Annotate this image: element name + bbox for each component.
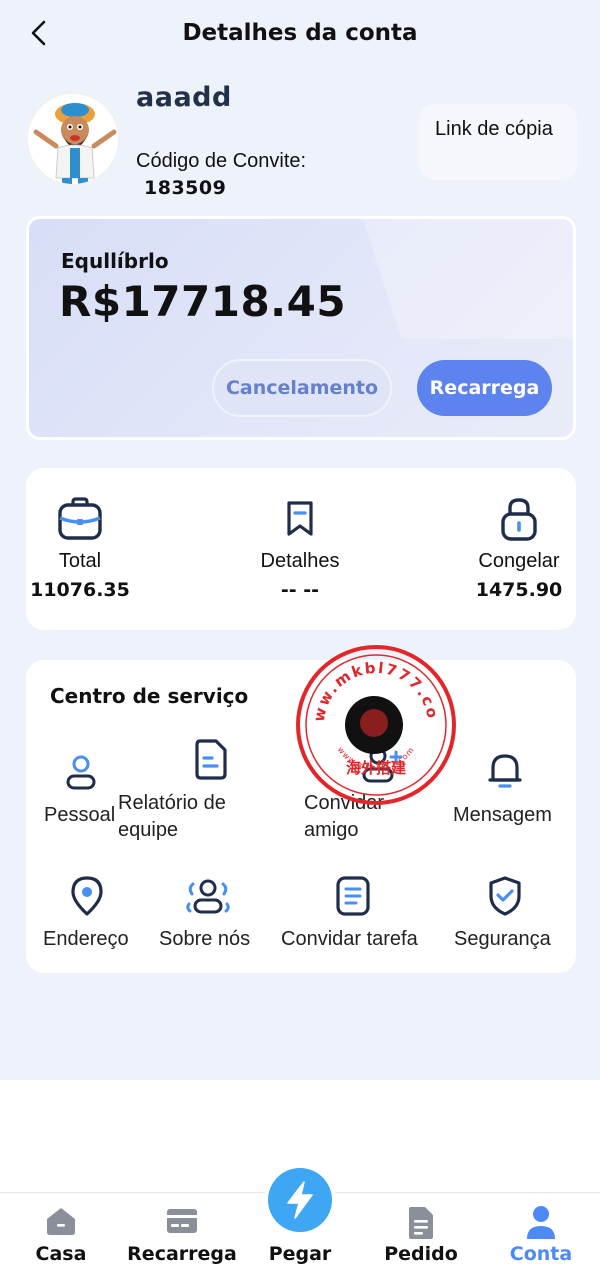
stat-label: Congelar	[478, 550, 560, 572]
group-icon	[186, 879, 230, 914]
username: aaadd	[136, 82, 232, 113]
service-item-invite-task[interactable]: Convidar tarefa	[278, 872, 438, 952]
service-item-security[interactable]: Segurança	[450, 872, 570, 952]
service-item-team-report[interactable]: Relatório de equipe	[118, 738, 258, 848]
lock-icon	[439, 494, 599, 544]
balance-label: Equllíbrlo	[61, 249, 169, 273]
service-item-messages[interactable]: Mensagem	[450, 750, 570, 830]
stats-card: Total 11076.35 Detalhes -- -- Congelar 1…	[26, 468, 576, 630]
fab-circle	[268, 1168, 332, 1232]
location-icon	[71, 876, 103, 916]
lightning-icon	[287, 1181, 313, 1219]
shield-check-icon	[489, 876, 521, 916]
nav-item-home[interactable]: Casa	[20, 1193, 102, 1274]
bookmark-icon	[220, 494, 380, 544]
nav-label: Pegar	[268, 1243, 332, 1265]
service-item-label-line2: amigo	[304, 819, 359, 841]
balance-card: Equllíbrlo R$17718.45 Cancelamento Recar…	[26, 216, 576, 440]
service-item-label: Sobre nós	[159, 928, 251, 950]
order-icon	[409, 1207, 433, 1239]
home-icon	[47, 1208, 75, 1235]
chevron-left-icon	[31, 20, 46, 46]
document-icon	[336, 876, 370, 916]
avatar-image	[28, 94, 118, 184]
service-item-label: Convidar tarefa	[281, 928, 418, 950]
user-icon	[527, 1206, 555, 1239]
balance-value: R$17718.45	[59, 277, 347, 326]
briefcase-icon	[0, 494, 160, 544]
service-item-label: Mensagem	[453, 804, 552, 826]
grab-order-button[interactable]	[264, 1164, 336, 1236]
watermark-stamp: www.mkbl777.com 海外搭建 www.mkbl777.com	[285, 629, 458, 807]
nav-item-orders[interactable]: Pedido	[380, 1193, 462, 1274]
service-center-title: Centro de serviço	[50, 684, 249, 708]
service-item-address[interactable]: Endereço	[40, 872, 140, 952]
service-item-about-us[interactable]: Sobre nós	[156, 872, 266, 952]
service-item-label: Segurança	[454, 928, 551, 950]
copy-link-button[interactable]: Link de cópia	[419, 104, 577, 180]
bell-icon	[488, 754, 522, 788]
cancel-button[interactable]: Cancelamento	[212, 359, 392, 417]
person-icon	[66, 755, 96, 790]
page-title: Detalhes da conta	[182, 20, 418, 46]
stat-value: -- --	[280, 579, 320, 601]
service-item-label: Endereço	[43, 928, 129, 950]
nav-item-account[interactable]: Conta	[500, 1193, 582, 1274]
stat-value: 11076.35	[30, 579, 130, 601]
invite-code-label: Código de Convite:	[136, 150, 307, 172]
report-icon	[195, 739, 227, 780]
avatar[interactable]	[26, 92, 120, 186]
stat-label: Detalhes	[260, 550, 340, 572]
stat-value: 1475.90	[475, 579, 563, 601]
stat-details[interactable]: Detalhes -- --	[220, 494, 380, 601]
card-decoration	[356, 219, 573, 339]
nav-label: Casa	[35, 1243, 87, 1265]
service-item-label-line1: Relatório de	[118, 792, 226, 814]
card-icon	[167, 1209, 197, 1233]
recharge-button[interactable]: Recarrega	[417, 360, 552, 416]
header: Detalhes da conta	[0, 0, 600, 66]
back-button[interactable]	[24, 18, 54, 48]
service-item-label-line2: equipe	[118, 819, 179, 841]
stat-total[interactable]: Total 11076.35	[0, 494, 160, 601]
nav-label: Conta	[509, 1243, 573, 1265]
nav-label: Recarrega	[127, 1243, 237, 1265]
stat-label: Total	[58, 550, 102, 572]
invite-code: 183509	[144, 177, 227, 199]
stat-frozen[interactable]: Congelar 1475.90	[439, 494, 599, 601]
nav-label: Pedido	[384, 1243, 458, 1265]
service-item-label: Pessoal	[44, 804, 116, 826]
service-item-personal[interactable]: Pessoal	[40, 750, 130, 830]
nav-item-recharge[interactable]: Recarrega	[124, 1193, 240, 1274]
